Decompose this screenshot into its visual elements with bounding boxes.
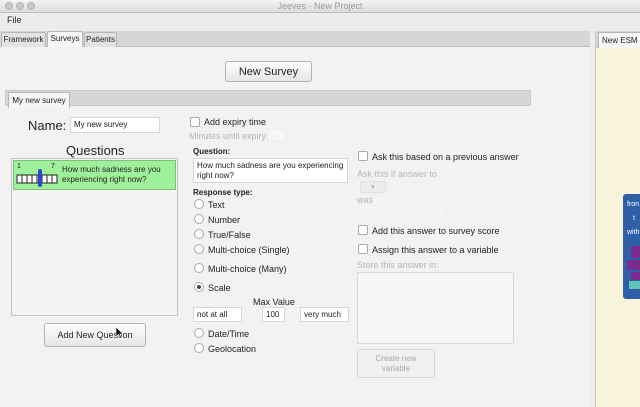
scale-min-text-field[interactable]: not at all: [193, 307, 242, 322]
question-text-field[interactable]: How much sadness are you experiencing ri…: [193, 158, 348, 183]
previous-answer-field[interactable]: [357, 205, 445, 218]
title-bar: Jeeves - New Project: [0, 0, 640, 13]
question-item-text: How much sadness are you experiencing ri…: [62, 165, 161, 184]
was-label: was: [357, 195, 374, 205]
radio-scale[interactable]: [194, 282, 204, 292]
questions-heading: Questions: [66, 143, 125, 158]
tab-my-new-survey[interactable]: My new survey: [8, 92, 70, 108]
flow-block: [629, 281, 640, 289]
scale-max-text-field[interactable]: very much: [300, 307, 349, 322]
ask-if-label: Ask this if answer to: [357, 169, 438, 179]
radio-multi-choice-single-label: Multi-choice (Single): [208, 245, 290, 255]
right-panel: New ESM S fron t with: [595, 31, 640, 407]
minutes-until-expiry-label: Minutes until expiry:: [189, 131, 269, 141]
based-on-previous-label: Ask this based on a previous answer: [372, 152, 519, 162]
menu-file[interactable]: File: [7, 15, 22, 25]
minutes-until-expiry-field[interactable]: [267, 129, 286, 141]
radio-geolocation[interactable]: [194, 343, 204, 353]
menu-bar: File: [0, 13, 640, 27]
list-item[interactable]: 1 7 How much sadness are you experiencin…: [13, 160, 176, 190]
scale-max-value-field[interactable]: 100: [262, 307, 285, 322]
radio-number-label: Number: [208, 215, 241, 225]
create-variable-button[interactable]: Create new variable: [357, 349, 435, 378]
radio-multi-choice-many[interactable]: [194, 263, 204, 273]
name-label: Name:: [28, 118, 67, 133]
expiry-label: Add expiry time: [204, 117, 267, 127]
radio-geolocation-label: Geolocation: [208, 344, 257, 354]
radio-true-false-label: True/False: [208, 230, 251, 240]
tab-patients[interactable]: Patients: [84, 32, 117, 47]
tab-surveys[interactable]: Surveys: [47, 31, 83, 48]
tab-framework[interactable]: Framework: [1, 32, 46, 47]
scale-max-label: 7: [51, 163, 55, 170]
store-answer-label: Store this answer in:: [357, 260, 439, 270]
flow-block: [627, 260, 640, 270]
flow-node-text: fron: [627, 201, 640, 208]
variable-list[interactable]: [357, 272, 514, 344]
radio-date-time-label: Date/Time: [208, 329, 250, 339]
radio-multi-choice-single[interactable]: [194, 244, 204, 254]
assign-variable-label: Assign this answer to a variable: [372, 245, 499, 255]
radio-number[interactable]: [194, 214, 204, 224]
radio-date-time[interactable]: [194, 328, 204, 338]
expiry-checkbox[interactable]: [190, 117, 200, 127]
add-to-score-checkbox[interactable]: [358, 225, 368, 235]
add-to-score-label: Add this answer to survey score: [372, 226, 500, 236]
response-type-label: Response type:: [193, 188, 253, 197]
chevron-down-icon: ▾: [371, 184, 375, 191]
tab-new-esm[interactable]: New ESM S: [598, 32, 640, 48]
based-on-previous-checkbox[interactable]: [358, 151, 368, 161]
radio-scale-label: Scale: [208, 283, 231, 293]
max-value-label: Max Value: [253, 297, 295, 307]
add-new-question-button[interactable]: Add New Question: [44, 323, 146, 347]
radio-multi-choice-many-label: Multi-choice (Many): [208, 264, 287, 274]
flow-block: [631, 272, 640, 280]
question-list[interactable]: 1 7 How much sadness are you experiencin…: [11, 158, 178, 316]
survey-name-field[interactable]: My new survey: [70, 117, 160, 133]
new-survey-button[interactable]: New Survey: [225, 61, 312, 82]
radio-true-false[interactable]: [194, 229, 204, 239]
previous-question-select[interactable]: ▾: [360, 181, 386, 193]
flow-node-text: with: [627, 229, 640, 236]
radio-text[interactable]: [194, 199, 204, 209]
cursor-icon: [116, 327, 124, 339]
flow-node-text: t: [633, 215, 635, 222]
radio-text-label: Text: [208, 200, 225, 210]
window-title: Jeeves - New Project: [277, 1, 363, 11]
flow-block: [631, 246, 640, 258]
right-tab-strip: New ESM S: [596, 31, 640, 48]
question-label: Question:: [193, 147, 231, 156]
survey-tab-strip: My new survey: [5, 90, 531, 108]
scale-min-label: 1: [17, 163, 21, 170]
assign-variable-checkbox[interactable]: [358, 244, 368, 254]
